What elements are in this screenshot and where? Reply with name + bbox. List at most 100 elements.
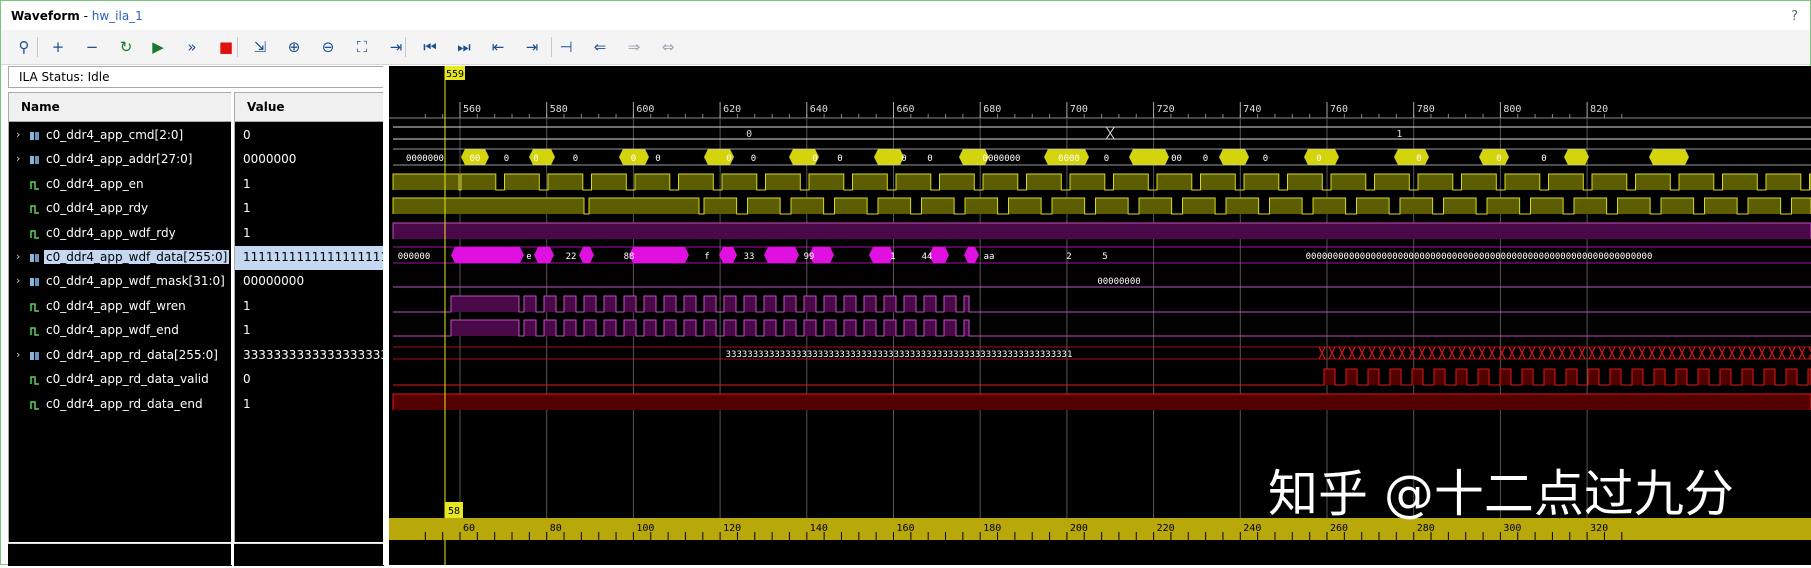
signal-value-row[interactable]: 1 [235,222,383,246]
signal-row[interactable]: c0_ddr4_app_wdf_end [9,319,231,343]
addr-active-segment [1129,149,1169,165]
signal-row[interactable]: c0_ddr4_app_rd_data_end [9,393,231,417]
name-column-footer [8,543,232,566]
wdf-wren-high [944,296,956,312]
expand-chevron-icon[interactable]: › [16,348,26,361]
name-column-header[interactable]: Name [8,92,232,122]
app-en-high [393,174,459,190]
app-rdy-high [1096,198,1129,214]
rd-data-valid-high [1698,369,1709,385]
signal-value-row[interactable]: 1 [235,393,383,417]
addr-value-label: 0 [1496,154,1501,164]
expand-chevron-icon[interactable]: › [16,128,26,141]
bottom-ruler-label: 100 [636,523,654,534]
signal-name: c0_ddr4_app_rd_data[255:0] [46,348,218,362]
column-splitter[interactable] [231,92,234,565]
minus-button[interactable]: − [81,37,103,57]
play-button[interactable]: ▶ [147,37,169,57]
wdf-data-value-label: e [526,252,531,262]
zoom-in-button[interactable]: ⊕ [283,37,305,57]
app-rdy-high [965,198,998,214]
search-button[interactable]: ⚲ [13,37,35,57]
signal-value-row[interactable]: 1 [235,319,383,343]
addr-value-label: 0 [533,154,538,164]
rd-data-valid-high [1742,369,1753,385]
signal-value-row[interactable]: 0 [235,368,383,392]
previous-marker-icon: ⇐ [594,40,607,55]
top-ruler-label: 700 [1070,104,1088,115]
go-to-end-button[interactable]: ⏭ [453,37,475,57]
signal-row[interactable]: › c0_ddr4_app_addr[27:0] [9,148,231,172]
signal-row[interactable]: c0_ddr4_app_en [9,173,231,197]
go-to-cursor-button[interactable]: ⇥ [385,37,407,57]
rd-data-valid-high [1720,369,1731,385]
bus-signal-icon [29,276,41,288]
signal-row[interactable]: › c0_ddr4_app_rd_data[255:0] [9,344,231,368]
export-button[interactable]: ⇲ [249,37,271,57]
bit-signal-icon [29,325,41,337]
addr-value-label: 0 [927,154,932,164]
signal-row[interactable]: ›c0_ddr4_app_cmd[2:0] [9,124,231,148]
app-rdy-high [1183,198,1216,214]
app-rdy-high [791,198,824,214]
wdf-wren-high [524,296,536,312]
addr-value-label: 0 [812,154,817,164]
app-en-high [809,174,844,190]
value-column-header[interactable]: Value [234,92,384,122]
fast-forward-button[interactable]: » [181,37,203,57]
wdf-end-high [664,320,676,336]
addr-active-segment [874,149,904,165]
add-marker-button[interactable]: ⊣ [555,37,577,57]
addr-active-segment [1394,149,1429,165]
previous-marker-button[interactable]: ⇐ [589,37,611,57]
app-en-high [853,174,888,190]
wdf-end-high [784,320,796,336]
expand-chevron-icon[interactable]: › [16,250,26,263]
signal-row[interactable]: c0_ddr4_app_wdf_wren [9,295,231,319]
refresh-button[interactable]: ↻ [115,37,137,57]
signal-value-row[interactable]: 1111111111111111111111 [235,246,383,270]
stop-button[interactable]: ■ [215,37,237,57]
swap-cursors-button[interactable]: ⇔ [657,37,679,57]
signal-value-row[interactable]: 00000000 [235,270,383,294]
signal-row[interactable]: ›c0_ddr4_app_wdf_mask[31:0] [9,270,231,294]
bottom-ruler-label: 140 [810,523,828,534]
signal-value-row[interactable]: 0000000 [235,148,383,172]
app-en-high [1375,174,1410,190]
signal-value-row[interactable]: 0 [235,124,383,148]
wdf-data-active-segment [579,247,594,263]
previous-transition-button[interactable]: ⇤ [487,37,509,57]
signal-row[interactable]: c0_ddr4_app_rdy [9,197,231,221]
addr-value-label: 0 [837,154,842,164]
ila-status-text: ILA Status: Idle [19,70,110,84]
wdf-data-active-segment [719,247,737,263]
signal-name: c0_ddr4_app_rd_data_valid [46,372,209,386]
expand-chevron-icon[interactable]: › [16,274,26,287]
signal-value-row[interactable]: 333333333333333333333333 [235,344,383,368]
wdf-data-active-segment [764,247,799,263]
signal-name: c0_ddr4_app_addr[27:0] [46,152,192,166]
signal-row[interactable]: ›c0_ddr4_app_wdf_data[255:0] [9,246,231,270]
zoom-fit-button[interactable]: ⛶ [351,37,373,57]
signal-value-row[interactable]: 1 [235,173,383,197]
signal-value-row[interactable]: 1 [235,197,383,221]
window-title-text: Waveform [11,9,80,23]
app-en-high [1766,174,1801,190]
wdf-data-tail-label: 0000000000000000000000000000000000000000… [1306,252,1653,262]
next-marker-button[interactable]: ⇒ [623,37,645,57]
next-transition-button[interactable]: ⇥ [521,37,543,57]
help-button[interactable]: ? [1791,9,1798,24]
window-subtitle[interactable]: hw_ila_1 [92,9,143,23]
app-en-high [548,174,583,190]
signal-value-row[interactable]: 1 [235,295,383,319]
zoom-out-button[interactable]: ⊖ [317,37,339,57]
go-to-start-button[interactable]: ⏮ [419,37,441,57]
expand-chevron-icon[interactable]: › [16,152,26,165]
signal-row[interactable]: c0_ddr4_app_wdf_rdy [9,222,231,246]
addr-active-segment [1564,149,1589,165]
wdf-wren-high [604,296,616,312]
plus-button[interactable]: + [47,37,69,57]
bottom-ruler-label: 180 [983,523,1001,534]
signal-row[interactable]: c0_ddr4_app_rd_data_valid [9,368,231,392]
signal-value-list: 0000000011111111111111111111111110000000… [234,122,383,542]
